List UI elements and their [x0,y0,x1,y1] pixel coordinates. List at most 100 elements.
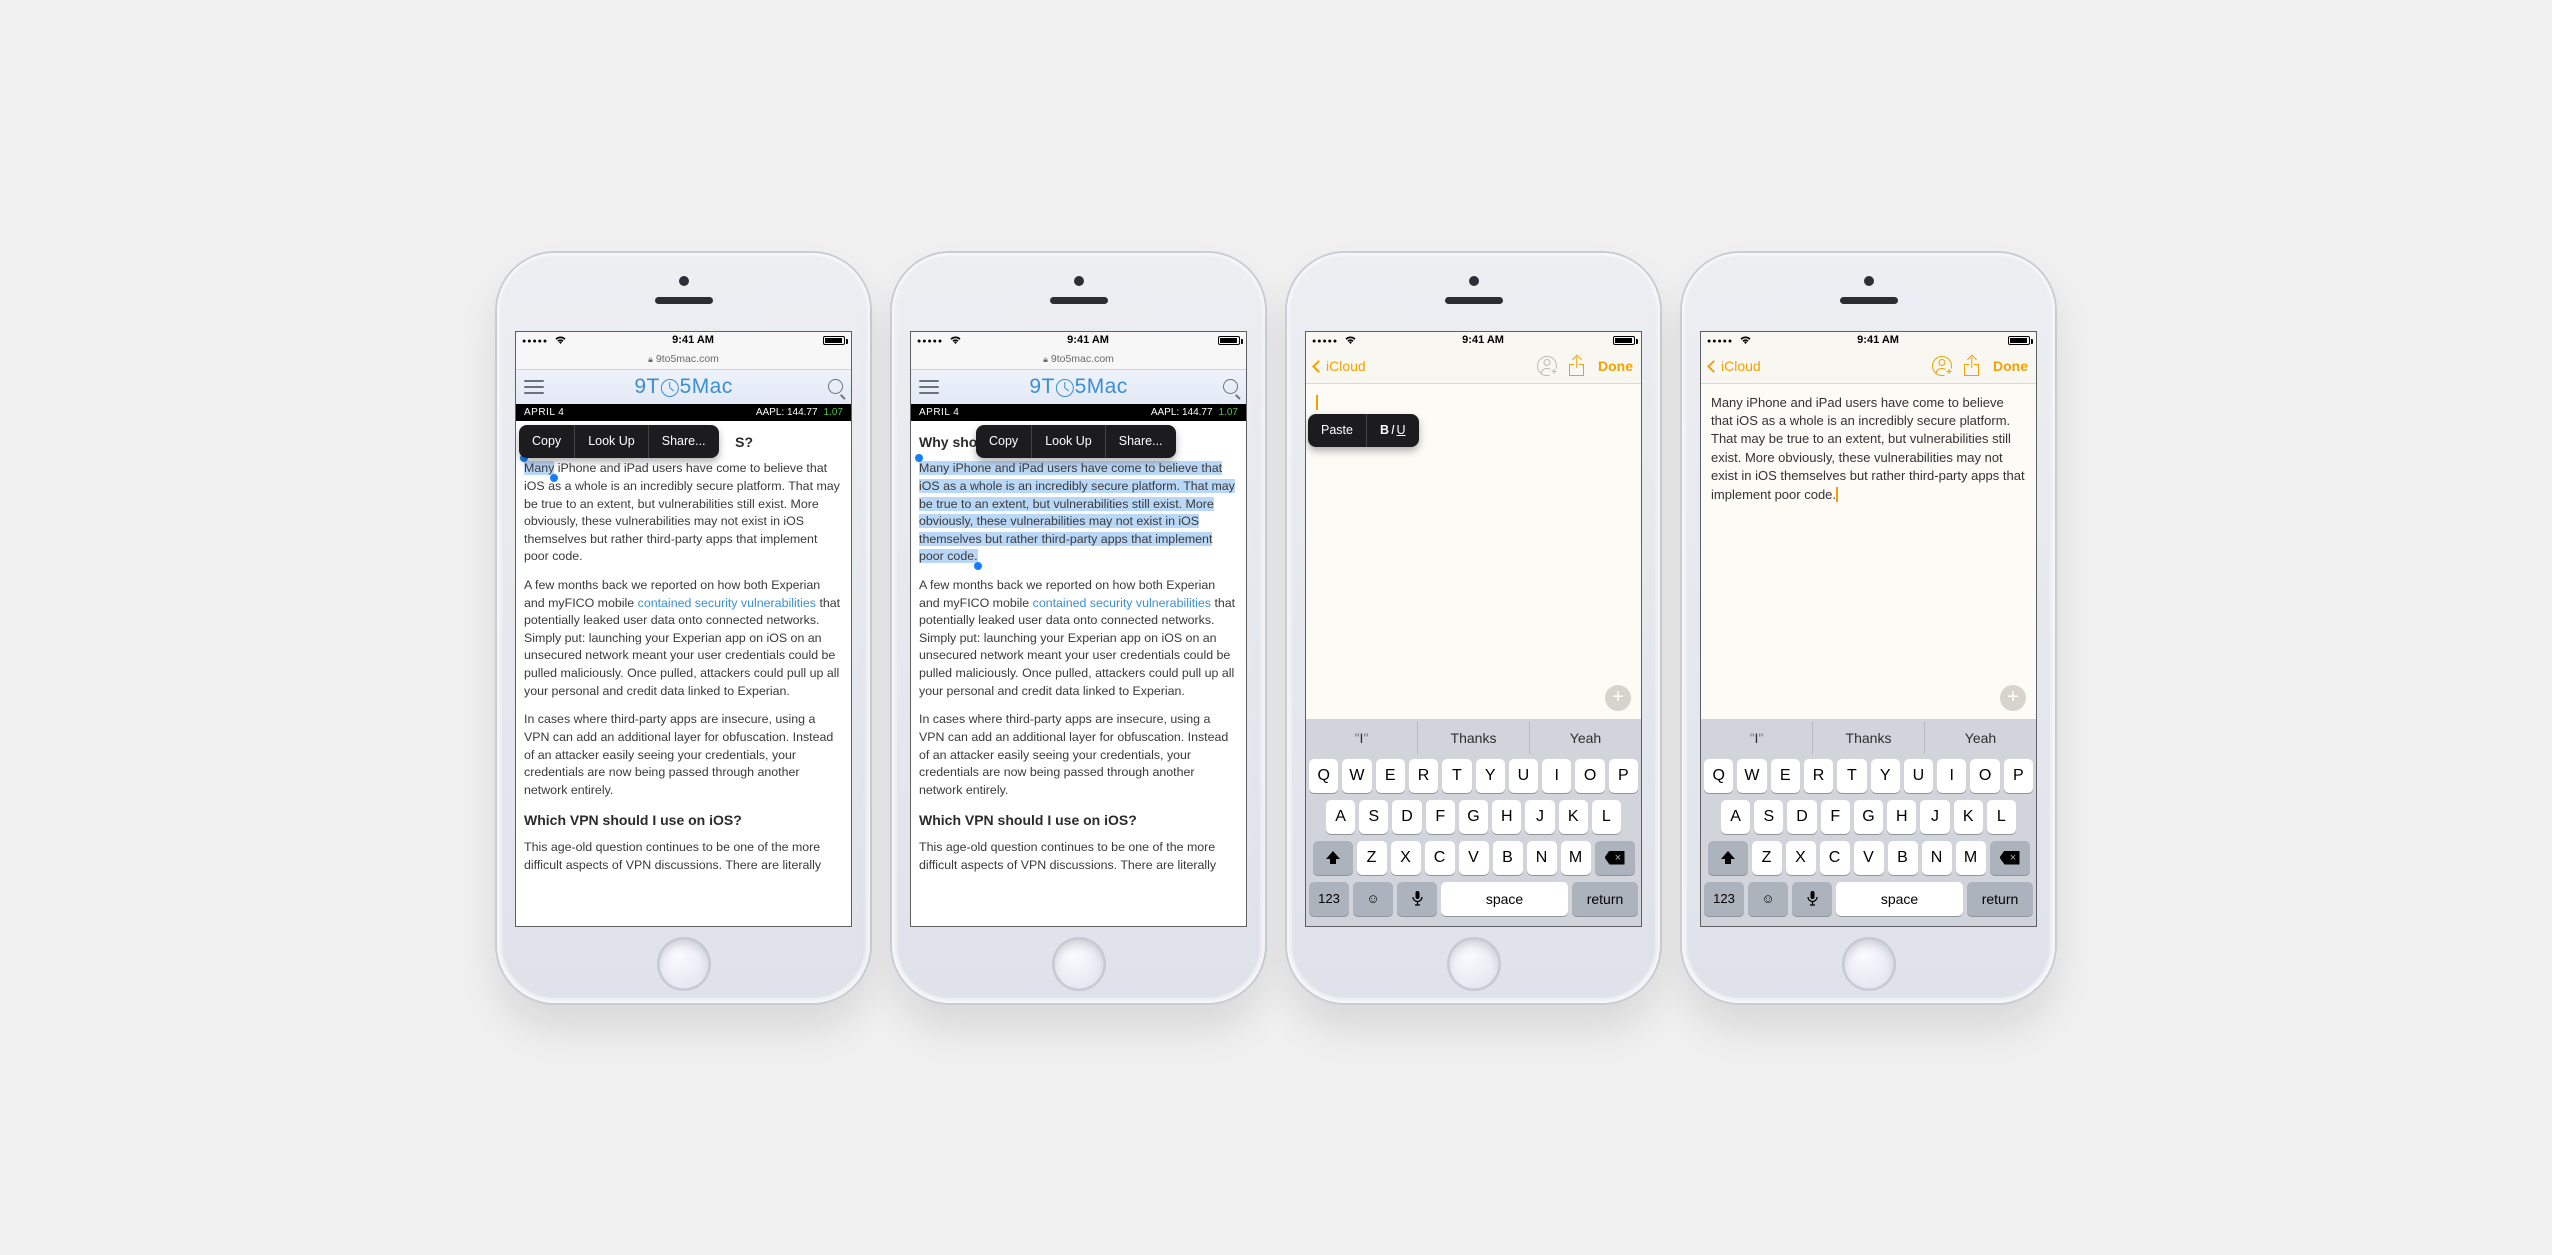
key-j[interactable]: J [1525,800,1554,834]
safari-url-bar[interactable]: 🔒︎ 9to5mac.com [516,350,851,370]
key-y[interactable]: Y [1476,759,1505,793]
key-v[interactable]: V [1854,841,1884,875]
key-k[interactable]: K [1559,800,1588,834]
key-b[interactable]: B [1888,841,1918,875]
key-m[interactable]: M [1956,841,1986,875]
key-d[interactable]: D [1392,800,1421,834]
biu-action[interactable]: BIU [1366,414,1419,448]
key-backspace[interactable] [1990,841,2030,875]
suggestion-1[interactable]: "I" [1701,722,1813,754]
lookup-action[interactable]: Look Up [574,425,648,459]
key-g[interactable]: G [1854,800,1883,834]
selected-text[interactable]: Many iPhone and iPad users have come to … [919,461,1235,563]
key-f[interactable]: F [1821,800,1850,834]
key-i[interactable]: I [1937,759,1966,793]
suggestion-1[interactable]: "I" [1306,722,1418,754]
key-n[interactable]: N [1922,841,1952,875]
done-button[interactable]: Done [1993,358,2028,374]
notes-editor[interactable]: Paste BIU + [1306,384,1641,719]
key-e[interactable]: E [1376,759,1405,793]
home-button[interactable] [657,937,711,991]
key-t[interactable]: T [1442,759,1471,793]
key-g[interactable]: G [1459,800,1488,834]
key-k[interactable]: K [1954,800,1983,834]
notes-editor[interactable]: Many iPhone and iPad users have come to … [1701,384,2036,719]
key-m[interactable]: M [1561,841,1591,875]
suggestion-2[interactable]: Thanks [1813,722,1925,754]
site-logo[interactable]: 9T 5 Mac [1029,375,1127,399]
key-t[interactable]: T [1837,759,1866,793]
key-shift[interactable] [1313,841,1353,875]
article-body[interactable]: Copy Look Up Share... Why shou Many iPho… [911,421,1246,926]
back-button[interactable]: iCloud [1314,358,1366,374]
home-button[interactable] [1052,937,1106,991]
copy-action[interactable]: Copy [519,425,574,459]
key-emoji[interactable]: ☺ [1353,882,1393,916]
add-collaborator-icon[interactable]: + [1537,356,1557,376]
back-button[interactable]: iCloud [1709,358,1761,374]
copy-action[interactable]: Copy [976,425,1031,459]
share-icon[interactable] [1569,357,1584,376]
key-c[interactable]: C [1425,841,1455,875]
key-return[interactable]: return [1572,882,1638,916]
key-r[interactable]: R [1409,759,1438,793]
key-j[interactable]: J [1920,800,1949,834]
home-button[interactable] [1447,937,1501,991]
key-e[interactable]: E [1771,759,1800,793]
search-icon[interactable] [1223,379,1238,394]
article-link[interactable]: contained security vulnerabilities [1033,596,1211,610]
key-h[interactable]: H [1492,800,1521,834]
key-c[interactable]: C [1820,841,1850,875]
done-button[interactable]: Done [1598,358,1633,374]
key-s[interactable]: S [1359,800,1388,834]
home-button[interactable] [1842,937,1896,991]
key-i[interactable]: I [1542,759,1571,793]
key-v[interactable]: V [1459,841,1489,875]
share-icon[interactable] [1964,357,1979,376]
key-dictation[interactable] [1397,882,1437,916]
key-a[interactable]: A [1721,800,1750,834]
selected-text[interactable]: Many [524,461,554,475]
share-action[interactable]: Share... [648,425,719,459]
key-w[interactable]: W [1342,759,1371,793]
menu-icon[interactable] [524,380,544,394]
key-y[interactable]: Y [1871,759,1900,793]
key-backspace[interactable] [1595,841,1635,875]
attach-button[interactable]: + [1605,685,1631,711]
add-collaborator-icon[interactable]: + [1932,356,1952,376]
search-icon[interactable] [828,379,843,394]
site-logo[interactable]: 9T 5 Mac [634,375,732,399]
suggestion-3[interactable]: Yeah [1530,722,1641,754]
key-f[interactable]: F [1426,800,1455,834]
key-z[interactable]: Z [1752,841,1782,875]
key-space[interactable]: space [1836,882,1963,916]
article-body[interactable]: Copy Look Up Share... S? Many iPhone and… [516,421,851,926]
key-space[interactable]: space [1441,882,1568,916]
suggestion-3[interactable]: Yeah [1925,722,2036,754]
key-o[interactable]: O [1970,759,1999,793]
key-x[interactable]: X [1786,841,1816,875]
paste-action[interactable]: Paste [1308,414,1366,448]
lookup-action[interactable]: Look Up [1031,425,1105,459]
key-x[interactable]: X [1391,841,1421,875]
key-q[interactable]: Q [1309,759,1338,793]
key-d[interactable]: D [1787,800,1816,834]
key-b[interactable]: B [1493,841,1523,875]
key-u[interactable]: U [1904,759,1933,793]
key-l[interactable]: L [1987,800,2016,834]
key-emoji[interactable]: ☺ [1748,882,1788,916]
key-a[interactable]: A [1326,800,1355,834]
key-123[interactable]: 123 [1704,882,1744,916]
safari-url-bar[interactable]: 🔒︎ 9to5mac.com [911,350,1246,370]
key-dictation[interactable] [1792,882,1832,916]
key-123[interactable]: 123 [1309,882,1349,916]
key-h[interactable]: H [1887,800,1916,834]
key-r[interactable]: R [1804,759,1833,793]
key-return[interactable]: return [1967,882,2033,916]
article-link[interactable]: contained security vulnerabilities [638,596,816,610]
key-q[interactable]: Q [1704,759,1733,793]
key-s[interactable]: S [1754,800,1783,834]
share-action[interactable]: Share... [1105,425,1176,459]
key-z[interactable]: Z [1357,841,1387,875]
key-u[interactable]: U [1509,759,1538,793]
